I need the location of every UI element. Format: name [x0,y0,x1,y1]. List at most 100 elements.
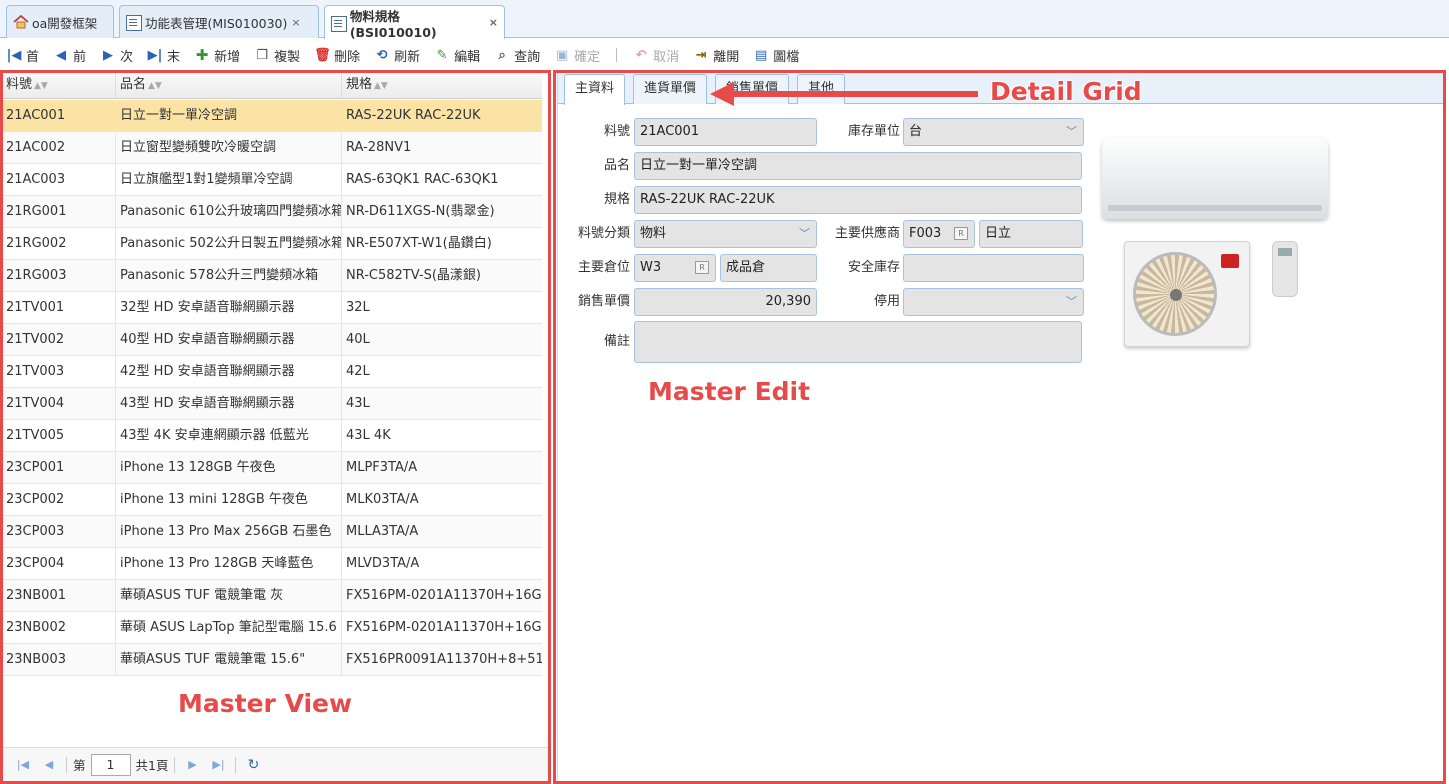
chevron-down-icon[interactable]: ﹀ [1066,119,1077,145]
name-field[interactable]: 日立一對一單冷空調 [634,152,1082,180]
pager-separator [235,756,237,773]
category-select[interactable]: 物料 ﹀ [634,220,817,248]
table-row[interactable]: 21TV003 42型 HD 安卓語音聯網顯示器 42L [2,356,542,388]
prev-button[interactable]: ◀ 前 [53,43,86,67]
table-row[interactable]: 21RG003 Panasonic 578公升三門變頻冰箱 NR-C582TV-S(… [2,260,542,292]
table-cell: RA-28NV1 [346,140,412,155]
document-icon [331,15,347,32]
tab-main-data[interactable]: 主資料 [564,74,626,105]
sort-icon: ▲▼ [374,81,388,91]
next-button[interactable]: ▶ 次 [100,43,133,67]
delete-button[interactable]: 🗑 刪除 [314,43,360,67]
stock-unit-select[interactable]: 台 ﹀ [903,118,1084,146]
table-cell: 21TV005 [2,420,116,451]
copy-label: 複製 [274,49,301,65]
safety-stock-field[interactable] [903,254,1084,282]
table-cell: MLPF3TA/A [346,460,418,475]
table-row[interactable]: 23CP004 iPhone 13 Pro 128GB 天峰藍色 MLVD3TA/A [2,548,542,580]
column-header-spec[interactable]: 規格 ▲▼ [342,71,542,99]
tab-other[interactable]: 其他 [797,74,846,104]
lookup-icon[interactable]: R [695,261,709,274]
warehouse-code-field[interactable]: W3 R [634,254,716,282]
cancel-button[interactable]: ↶ 取消 [633,43,679,67]
table-row[interactable]: 23CP001 iPhone 13 128GB 午夜色 MLPF3TA/A [2,452,542,484]
table-row[interactable]: 21TV004 43型 HD 安卓語音聯網顯示器 43L [2,388,542,420]
master-edit-annotation: Master Edit [648,377,811,406]
grid-header: 料號 ▲▼ 品名 ▲▼ 規格 ▲▼ [2,71,542,99]
table-cell: 21TV001 [2,292,116,323]
table-cell: 日立旗艦型1對1變頻單冷空調 [116,164,342,195]
supplier-code-field[interactable]: F003 R [903,220,975,248]
first-record-icon: |◀ [6,47,22,63]
table-cell: 21RG002 [2,228,116,259]
query-button[interactable]: ⌕ 查詢 [494,43,541,67]
table-row[interactable]: 23NB001 華碩ASUS TUF 電競筆電 灰 FX516PM-0201A113… [2,580,542,612]
close-icon[interactable]: × [489,16,498,29]
column-header-name[interactable]: 品名 ▲▼ [116,71,342,99]
prev-page-icon[interactable]: ◀ [36,758,62,771]
column-header-item-no[interactable]: 料號 ▲▼ [2,71,116,99]
table-row[interactable]: 23NB003 華碩ASUS TUF 電競筆電 15.6" FX516PR0091A… [2,644,542,676]
table-cell: 23NB001 [2,580,116,611]
edit-button[interactable]: ✎ 編輯 [434,43,480,67]
table-row[interactable]: 21RG001 Panasonic 610公升玻璃四門變頻冰箱 NR-D611XGS… [2,196,542,228]
table-row[interactable]: 21AC002 日立窗型變頻雙吹冷暖空調 RA-28NV1 [2,132,542,164]
add-button[interactable]: ✚ 新增 [194,43,240,67]
pager-separator [66,756,67,773]
search-icon: ⌕ [498,47,506,63]
confirm-button[interactable]: ▣ 確定 [554,43,600,67]
supplier-name-field[interactable]: 日立 [979,220,1083,248]
image-button[interactable]: ▤ 圖檔 [753,43,799,67]
close-icon[interactable]: × [291,16,300,29]
table-cell: NR-D611XGS-N(翡翠金) [346,204,495,219]
tab-purchase-price[interactable]: 進貨單價 [633,74,708,104]
tab-function-menu[interactable]: 功能表管理(MIS010030) × [119,5,319,38]
price-field[interactable]: 20,390 [634,288,817,316]
first-button[interactable]: |◀ 首 [6,43,39,67]
tab-oa-framework[interactable]: oa開發框架 [6,5,114,38]
pager: |◀ ◀ 第 1 共1頁 ▶ ▶| ↻ [2,747,548,781]
item-no-field[interactable]: 21AC001 [634,118,817,146]
table-row[interactable]: 21TV001 32型 HD 安卓語音聯網顯示器 32L [2,292,542,324]
last-button[interactable]: ▶| 末 [147,43,180,67]
tab-material-spec[interactable]: 物料規格(BSI010010) × [324,5,505,40]
exit-button[interactable]: ⇥ 離開 [693,43,739,67]
table-cell: iPhone 13 Pro Max 256GB 石墨色 [116,516,342,547]
tab-label: oa開發框架 [32,15,98,31]
next-page-icon[interactable]: ▶ [179,758,205,771]
table-row[interactable]: 21RG002 Panasonic 502公升日製五門變頻冰箱 NR-E507XT-… [2,228,542,260]
table-row[interactable]: 21AC001 日立一對一單冷空調 RAS-22UK RAC-22UK [2,100,542,132]
spec-field[interactable]: RAS-22UK RAC-22UK [634,186,1082,214]
chevron-down-icon[interactable]: ﹀ [1066,289,1077,315]
lookup-icon[interactable]: R [954,227,968,240]
first-page-icon[interactable]: |◀ [10,758,36,771]
refresh-button[interactable]: ⟲ 刷新 [374,43,420,67]
table-cell: MLK03TA/A [346,492,419,507]
table-cell: iPhone 13 mini 128GB 午夜色 [116,484,342,515]
warehouse-name-field[interactable]: 成品倉 [720,254,817,282]
reload-icon[interactable]: ↻ [240,757,266,773]
table-cell: Panasonic 502公升日製五門變頻冰箱 [116,228,342,259]
table-row[interactable]: 23CP002 iPhone 13 mini 128GB 午夜色 MLK03TA/A [2,484,542,516]
note-field[interactable] [634,321,1082,363]
refresh-icon: ⟲ [376,47,388,63]
table-row[interactable]: 23CP003 iPhone 13 Pro Max 256GB 石墨色 MLLA3T… [2,516,542,548]
chevron-down-icon[interactable]: ﹀ [799,221,810,247]
arrow-line [730,91,978,97]
table-cell: RAS-22UK RAC-22UK [346,108,481,123]
disabled-select[interactable]: ﹀ [903,288,1084,316]
master-edit-panel: 主資料 進貨單價 銷售單價 其他 料號 21AC001 庫存單位 台 ﹀ 品名 … [557,70,1445,782]
table-row[interactable]: 21TV002 40型 HD 安卓語音聯網顯示器 40L [2,324,542,356]
last-page-icon[interactable]: ▶| [205,758,231,771]
exit-label: 離開 [713,49,740,65]
table-row[interactable]: 21TV005 43型 4K 安卓連網顯示器 低藍光 43L 4K [2,420,542,452]
product-image [1096,131,1336,361]
tab-label: 功能表管理(MIS010030) [145,15,288,31]
page-number-input[interactable]: 1 [90,753,131,776]
table-row[interactable]: 23NB002 華碩 ASUS LapTop 筆記型電腦 15.6 FX516PM-… [2,612,542,644]
pencil-icon: ✎ [436,47,448,63]
table-row[interactable]: 21AC003 日立旗艦型1對1變頻單冷空調 RAS-63QK1 RAC-63QK1 [2,164,542,196]
copy-button[interactable]: ❐ 複製 [254,43,300,67]
query-label: 查詢 [514,49,541,65]
toolbar-separator [616,48,618,62]
